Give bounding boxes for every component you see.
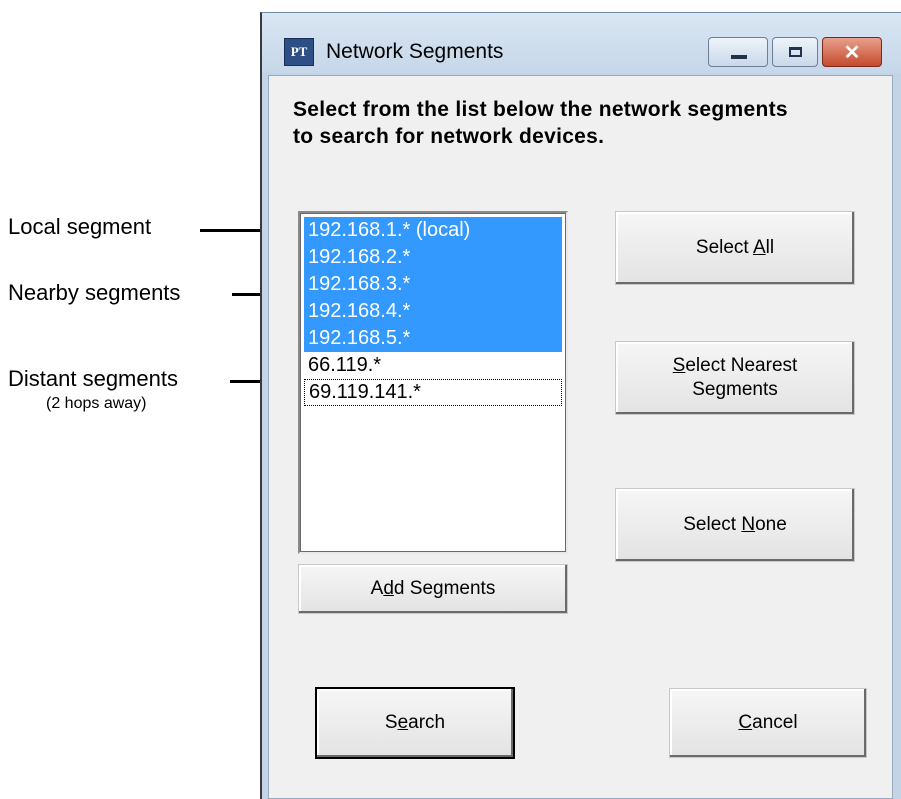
add-segments-label: Add Segments xyxy=(370,578,496,599)
search-label: Search xyxy=(384,712,446,733)
title-bar[interactable]: PT Network Segments ✕ xyxy=(262,13,901,73)
close-button[interactable]: ✕ xyxy=(822,37,882,67)
segment-listbox[interactable]: 192.168.1.* (local) 192.168.2.* 192.168.3.… xyxy=(298,211,568,554)
maximize-icon xyxy=(789,47,802,57)
segment-list-item[interactable]: 192.168.5.* xyxy=(304,325,562,352)
select-none-button[interactable]: Select None xyxy=(615,488,855,562)
minimize-button[interactable] xyxy=(708,37,768,67)
annotation-distant-segments: Distant segments xyxy=(8,366,178,391)
segment-list-item[interactable]: 66.119.* xyxy=(304,352,562,379)
segment-list-item[interactable]: 192.168.3.* xyxy=(304,271,562,298)
app-logo-icon: PT xyxy=(284,38,314,66)
cancel-label: Cancel xyxy=(738,712,798,733)
annotation-local-segment: Local segment xyxy=(8,214,152,239)
cancel-button[interactable]: Cancel xyxy=(669,688,867,758)
segment-list-item[interactable]: 192.168.4.* xyxy=(304,298,562,325)
close-icon: ✕ xyxy=(843,42,861,64)
select-nearest-label: Select Nearest xyxy=(672,355,798,376)
select-all-label: Select All xyxy=(695,237,775,258)
maximize-button[interactable] xyxy=(772,37,818,67)
minimize-icon xyxy=(731,55,747,59)
select-all-button[interactable]: Select All xyxy=(615,211,855,285)
segment-list-item[interactable]: 69.119.141.* xyxy=(304,379,562,406)
search-button[interactable]: Search xyxy=(316,688,514,758)
dialog-body: Select from the list below the network s… xyxy=(268,75,893,799)
window-title: Network Segments xyxy=(326,40,504,63)
annotation-distant-subtext: (2 hops away) xyxy=(46,395,147,412)
network-segments-window: PT Network Segments ✕ Select from the li… xyxy=(260,12,901,799)
segment-list-item[interactable]: 192.168.1.* (local) xyxy=(304,217,562,244)
add-segments-button[interactable]: Add Segments xyxy=(298,564,568,614)
select-nearest-button[interactable]: Select Nearest Segments xyxy=(615,341,855,415)
instruction-text: Select from the list below the network s… xyxy=(293,98,788,148)
select-none-label: Select None xyxy=(683,514,787,535)
annotation-nearby-segments: Nearby segments xyxy=(8,280,181,305)
segment-list-item[interactable]: 192.168.2.* xyxy=(304,244,562,271)
select-nearest-label-line2: Segments xyxy=(692,379,778,400)
